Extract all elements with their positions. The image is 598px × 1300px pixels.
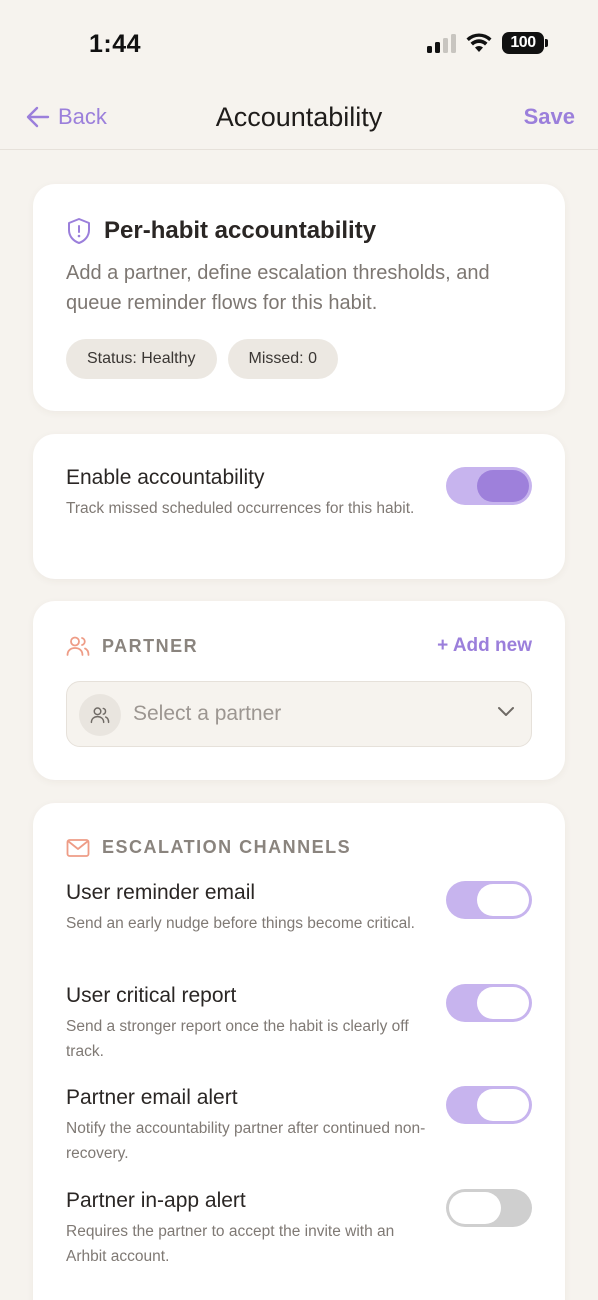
channel-title: User critical report: [66, 984, 237, 1007]
save-button[interactable]: Save: [524, 104, 575, 130]
escalation-channels-card: ESCALATION CHANNELS User reminder email …: [33, 803, 565, 1300]
chevron-down-icon: [498, 707, 514, 716]
enable-title: Enable accountability: [66, 466, 265, 489]
toggle-knob: [477, 470, 529, 502]
user-reminder-email-toggle[interactable]: [446, 881, 532, 919]
nav-bar: Back Accountability Save: [0, 88, 598, 150]
users-icon: [66, 636, 90, 656]
summary-header: Per-habit accountability: [66, 217, 376, 245]
status-bar: 1:44 100: [0, 0, 598, 88]
status-chips: Status: Healthy Missed: 0: [66, 339, 338, 379]
channel-description: Send an early nudge before things become…: [66, 915, 415, 932]
channel-title: Partner email alert: [66, 1086, 238, 1109]
enable-accountability-toggle[interactable]: [446, 467, 532, 505]
toggle-knob: [449, 1192, 501, 1224]
partner-card: PARTNER + Add new Select a partner: [33, 601, 565, 780]
missed-count-badge: Missed: 0: [227, 339, 338, 379]
summary-description: Add a partner, define escalation thresho…: [66, 262, 490, 314]
shield-alert-icon: [68, 218, 90, 244]
page-title: Accountability: [215, 102, 383, 132]
partner-select-placeholder: Select a partner: [133, 702, 282, 725]
status-icons: 100: [427, 32, 548, 54]
users-icon: [90, 707, 110, 724]
toggle-knob: [477, 1089, 529, 1121]
escalation-section-label: ESCALATION CHANNELS: [102, 837, 352, 857]
summary-card: Per-habit accountability Add a partner, …: [33, 184, 565, 411]
mail-icon: [66, 838, 90, 857]
wifi-icon: [466, 33, 492, 52]
enable-description: Track missed scheduled occurrences for t…: [66, 500, 415, 517]
partner-section-label: PARTNER: [102, 635, 199, 656]
battery-indicator: 100: [502, 32, 548, 54]
partner-select[interactable]: Select a partner: [66, 681, 532, 747]
channel-title: Partner in-app alert: [66, 1189, 246, 1212]
channel-description: Notify the accountability partner after …: [66, 1120, 426, 1162]
partner-section-header: PARTNER: [66, 635, 198, 657]
partner-email-alert-toggle[interactable]: [446, 1086, 532, 1124]
channel-description: Requires the partner to accept the invit…: [66, 1223, 395, 1265]
partner-avatar: [79, 694, 121, 736]
partner-in-app-alert-toggle[interactable]: [446, 1189, 532, 1227]
toggle-knob: [477, 987, 529, 1019]
escalation-section-header: ESCALATION CHANNELS: [66, 837, 351, 858]
toggle-knob: [477, 884, 529, 916]
enable-text: Enable accountability Track missed sched…: [66, 466, 436, 521]
add-new-partner-button[interactable]: + Add new: [437, 635, 532, 657]
status-badge: Status: Healthy: [66, 339, 217, 379]
signal-icon: [427, 33, 456, 53]
channel-description: Send a stronger report once the habit is…: [66, 1018, 409, 1060]
channel-title: User reminder email: [66, 881, 256, 904]
status-time: 1:44: [89, 30, 142, 58]
summary-title: Per-habit accountability: [104, 217, 377, 244]
enable-accountability-card: Enable accountability Track missed sched…: [33, 434, 565, 579]
user-critical-report-toggle[interactable]: [446, 984, 532, 1022]
